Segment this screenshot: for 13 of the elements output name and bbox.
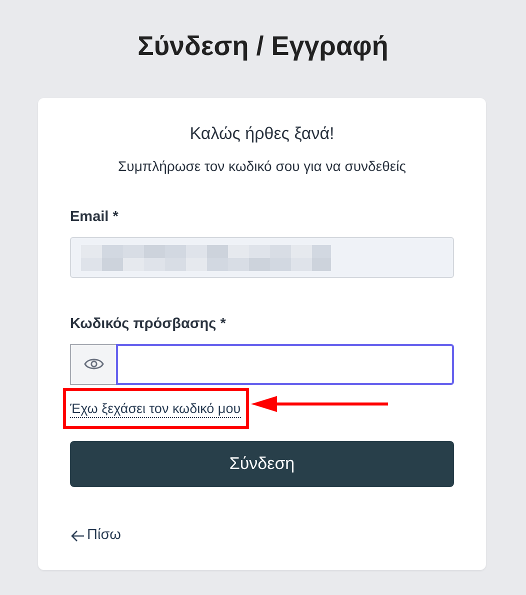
forgot-password-link[interactable]: Έχω ξεχάσει τον κωδικό μου [70,400,241,418]
field-label: Email * [70,208,120,228]
card-subtitle: Συμπλήρωσε τον κωδικό σου για να συνδεθείς [117,157,407,176]
email-field[interactable] [70,237,454,278]
page-title: Σύνδεση / Εγγραφή [136,30,390,63]
eye-icon [84,357,104,372]
back-arrow-icon [70,530,85,542]
login-button[interactable]: Σύνδεση [70,440,454,487]
password-field[interactable] [116,344,454,385]
field-label: Κωδικός πρόσβασης * [70,315,227,334]
card-heading: Καλώς ήρθες ξανά! [188,124,336,144]
show-password-button[interactable] [70,344,116,385]
back-link[interactable]: Πίσω [70,524,121,547]
